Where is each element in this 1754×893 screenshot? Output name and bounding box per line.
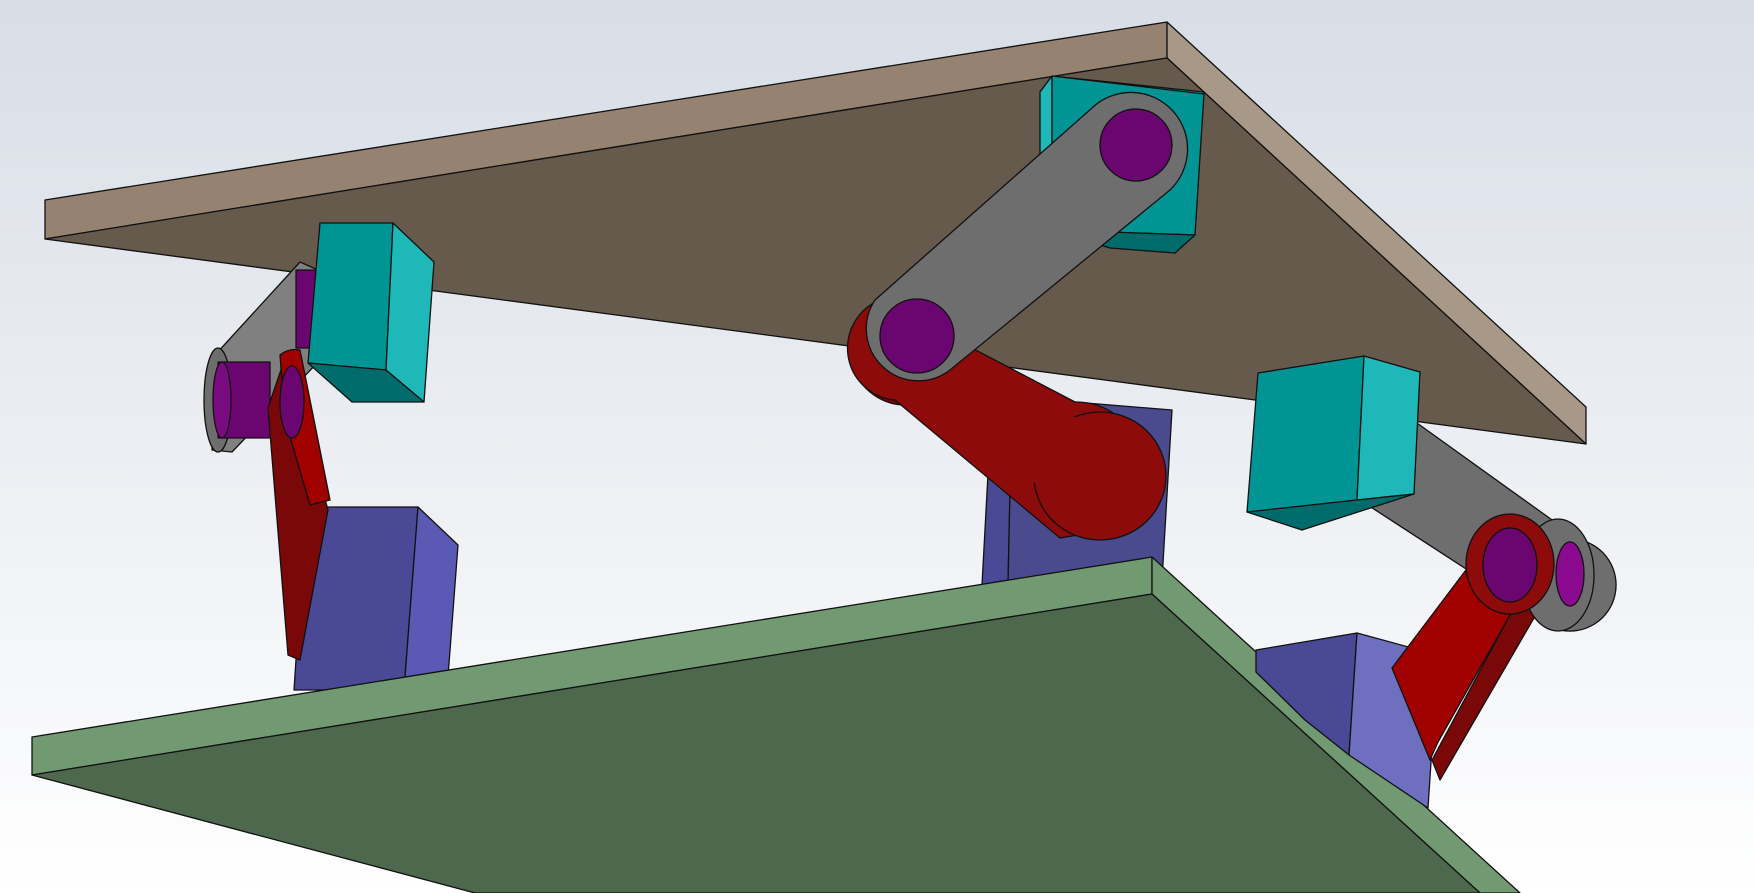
middle-upper-pin <box>1099 108 1173 182</box>
right-pin <box>1555 541 1585 607</box>
mechanism-drawing <box>0 0 1754 893</box>
right-link-pin <box>1482 527 1538 603</box>
cad-viewport[interactable] <box>0 0 1754 893</box>
left-upper-block[interactable] <box>307 222 435 403</box>
middle-lower-pin <box>879 298 955 374</box>
left-pin <box>279 365 305 439</box>
